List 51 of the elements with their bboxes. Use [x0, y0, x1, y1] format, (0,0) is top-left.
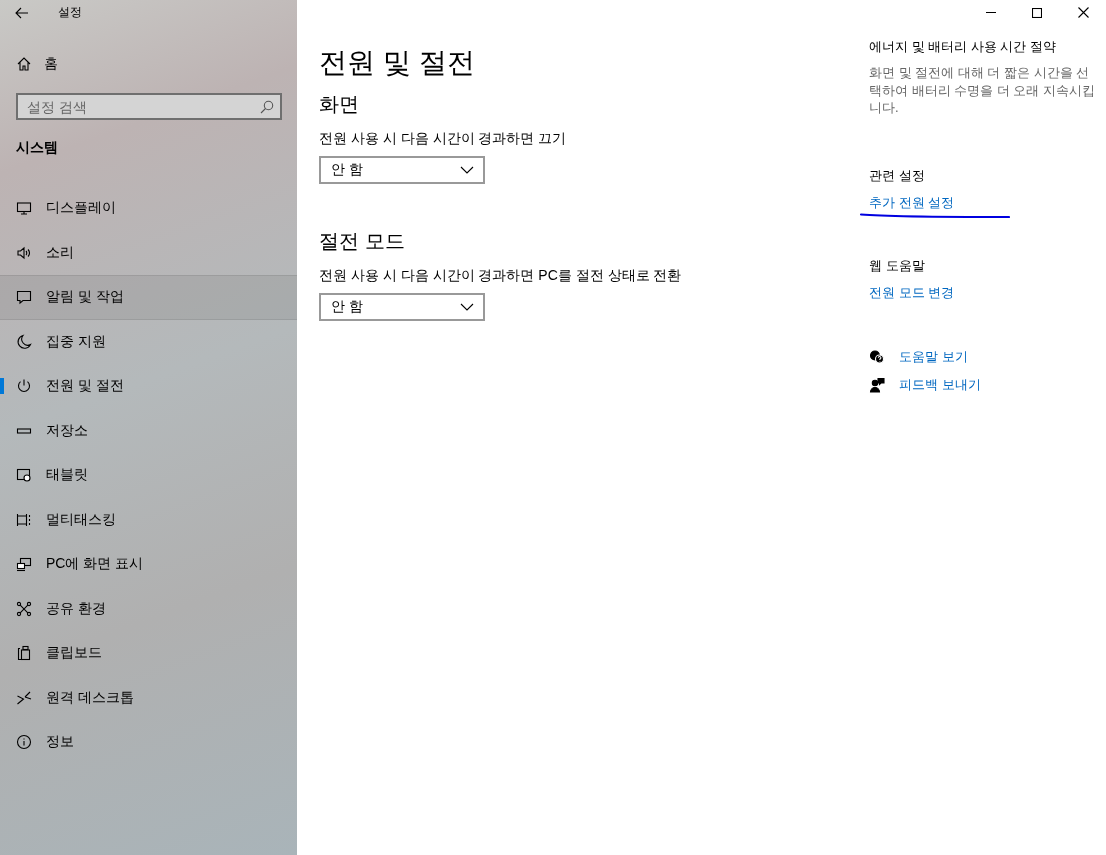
- person-feedback-icon: [869, 376, 885, 393]
- link[interactable]: 전원 모드 변경: [869, 283, 955, 302]
- nav-item[interactable]: PC에 화면 표시: [0, 542, 297, 587]
- projector-icon: [16, 556, 32, 573]
- window-title: 설정: [58, 4, 82, 21]
- remote-desktop-icon: [16, 689, 32, 706]
- nav-item[interactable]: 소리: [0, 230, 297, 275]
- setting-label: 전원 사용 시 다음 시간이 경과하면 끄기: [319, 130, 568, 148]
- nav-item[interactable]: 공유 환경: [0, 586, 297, 631]
- minimize-icon: [986, 12, 996, 13]
- power-icon: [16, 378, 32, 395]
- nav-item[interactable]: 원격 데스크톱: [0, 675, 297, 720]
- home-icon: [16, 56, 32, 72]
- home-link[interactable]: 홈: [44, 55, 58, 73]
- nav-item[interactable]: 멀티태스킹: [0, 497, 297, 542]
- section-heading: 화면: [319, 92, 360, 117]
- nav-item[interactable]: 정보: [0, 720, 297, 765]
- nav-item[interactable]: 태블릿: [0, 453, 297, 498]
- setting-label: 전원 사용 시 다음 시간이 경과하면 PC를 절전 상태로 전환: [319, 267, 683, 285]
- dropdown[interactable]: 안 함: [319, 293, 485, 321]
- moon-icon: [16, 333, 32, 350]
- aside-heading: 웹 도움말: [869, 256, 926, 275]
- aside-description: 화면 및 절전에 대해 더 짧은 시간을 선택하여 배터리 수명을 더 오래 지속시킵니다.: [869, 64, 1097, 117]
- link[interactable]: 도움말 보기: [899, 347, 968, 366]
- dropdown[interactable]: 안 함: [319, 156, 485, 184]
- section-heading: 절전 모드: [319, 229, 406, 254]
- link[interactable]: 피드백 보내기: [899, 375, 981, 394]
- info-icon: [16, 734, 32, 751]
- multitasking-icon: [16, 511, 32, 528]
- search-field[interactable]: 설정 검색: [16, 93, 282, 120]
- speaker-icon: [16, 244, 32, 261]
- close-icon: [1077, 7, 1089, 18]
- search-icon: [259, 99, 275, 115]
- share-network-icon: [16, 600, 32, 617]
- nav-item[interactable]: 클립보드: [0, 631, 297, 676]
- maximize-icon: [1032, 7, 1042, 18]
- help-bubbles-icon: [869, 348, 885, 365]
- speech-bubble-icon: [16, 289, 32, 306]
- tablet-icon: [16, 467, 32, 484]
- link[interactable]: 추가 전원 설정: [869, 193, 955, 212]
- nav-item[interactable]: 집중 지원: [0, 319, 297, 364]
- aside-heading: 에너지 및 배터리 사용 시간 절약: [869, 38, 1058, 56]
- section-heading: 시스템: [16, 139, 59, 157]
- nav-item[interactable]: 전원 및 절전: [0, 364, 297, 409]
- display-icon: [16, 200, 32, 217]
- clipboard-icon: [16, 645, 32, 662]
- nav-item[interactable]: 알림 및 작업: [0, 275, 297, 320]
- page-title: 전원 및 절전: [319, 46, 476, 80]
- nav-item[interactable]: 디스플레이: [0, 186, 297, 231]
- nav-item[interactable]: 저장소: [0, 408, 297, 453]
- aside-heading: 관련 설정: [869, 166, 926, 185]
